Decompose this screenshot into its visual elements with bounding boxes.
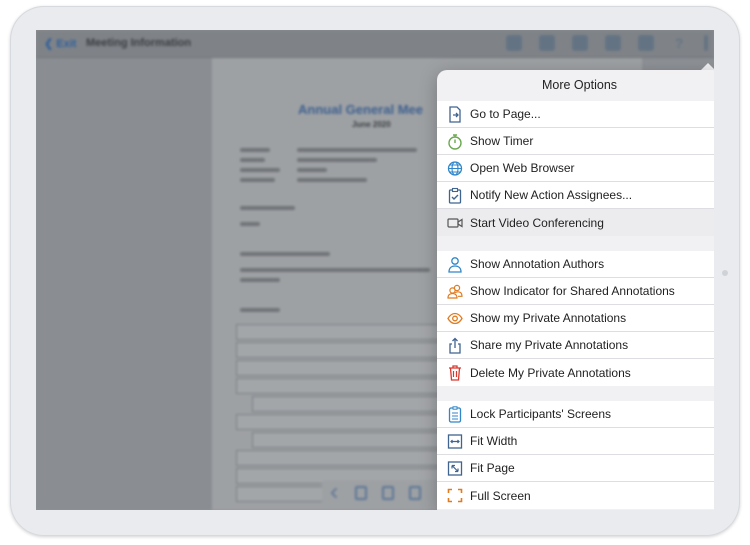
agenda-row bbox=[236, 324, 446, 340]
home-button bbox=[722, 270, 728, 276]
options-group: Go to Page... Show Timer Open Web Browse… bbox=[437, 101, 714, 236]
doc-heading-line bbox=[240, 308, 280, 312]
fit-width-icon bbox=[447, 433, 463, 450]
toolbar-icons: ? bbox=[506, 35, 708, 51]
popover-title: More Options bbox=[541, 78, 618, 92]
tablet-frame: ❮ Exit Meeting Information ? Annual Gene… bbox=[10, 6, 740, 536]
show-timer-option[interactable]: Show Timer bbox=[437, 128, 714, 155]
page-icon[interactable] bbox=[409, 486, 421, 500]
full-screen-icon bbox=[447, 487, 463, 504]
show-shared-annotations-indicator-option[interactable]: Show Indicator for Shared Annotations bbox=[437, 278, 714, 305]
option-label: Share my Private Annotations bbox=[470, 338, 629, 352]
document-subtitle: June 2020 bbox=[352, 120, 391, 129]
stopwatch-icon bbox=[447, 133, 463, 150]
option-label: Go to Page... bbox=[470, 107, 541, 121]
page-arrow-icon bbox=[447, 106, 463, 123]
agenda-row bbox=[252, 396, 446, 412]
agenda-row bbox=[236, 378, 446, 394]
option-label: Delete My Private Annotations bbox=[470, 365, 631, 380]
help-icon[interactable]: ? bbox=[671, 35, 687, 51]
doc-heading-line bbox=[240, 252, 330, 256]
fit-width-option[interactable]: Fit Width bbox=[437, 428, 714, 455]
document-title: Annual General Mee bbox=[298, 102, 423, 117]
exit-button[interactable]: ❮ Exit bbox=[44, 37, 76, 50]
grid-icon[interactable] bbox=[506, 35, 522, 51]
option-label: Lock Participants' Screens bbox=[470, 407, 612, 421]
search-icon[interactable] bbox=[638, 35, 654, 51]
more-options-popover: More Options Go to Page... Show Timer Op… bbox=[437, 70, 714, 510]
screen: ❮ Exit Meeting Information ? Annual Gene… bbox=[36, 30, 714, 510]
doc-text-line bbox=[240, 148, 270, 152]
start-video-conferencing-option[interactable]: Start Video Conferencing bbox=[437, 209, 714, 236]
share-private-annotations-option[interactable]: Share my Private Annotations bbox=[437, 332, 714, 359]
doc-text-line bbox=[240, 168, 280, 172]
previous-page-icon[interactable] bbox=[330, 487, 342, 499]
doc-text-line bbox=[297, 158, 377, 162]
lock-participants-screens-option[interactable]: Lock Participants' Screens bbox=[437, 401, 714, 428]
fit-page-option[interactable]: Fit Page bbox=[437, 455, 714, 482]
doc-text-line bbox=[297, 178, 367, 182]
video-camera-icon bbox=[447, 214, 463, 231]
doc-heading-line bbox=[240, 206, 295, 210]
page-icon[interactable] bbox=[355, 486, 367, 500]
option-label: Start Video Conferencing bbox=[470, 215, 604, 230]
open-web-browser-option[interactable]: Open Web Browser bbox=[437, 155, 714, 182]
eye-icon bbox=[447, 310, 463, 327]
navigation-bar: ❮ Exit Meeting Information ? bbox=[36, 30, 714, 58]
doc-text-line bbox=[240, 278, 280, 282]
show-annotation-authors-option[interactable]: Show Annotation Authors bbox=[437, 251, 714, 278]
option-label: Open Web Browser bbox=[470, 161, 575, 175]
option-label: Fit Width bbox=[470, 434, 518, 448]
agenda-row bbox=[236, 342, 446, 358]
notify-action-assignees-option[interactable]: Notify New Action Assignees... bbox=[437, 182, 714, 209]
agenda-row bbox=[252, 432, 446, 448]
doc-text-line bbox=[240, 222, 260, 226]
agenda-row bbox=[236, 450, 446, 466]
clipboard-check-icon bbox=[447, 187, 463, 204]
option-label: Full Screen bbox=[470, 488, 531, 503]
go-to-page-option[interactable]: Go to Page... bbox=[437, 101, 714, 128]
people-icon[interactable] bbox=[605, 35, 621, 51]
fit-page-icon bbox=[447, 460, 463, 477]
globe-icon bbox=[447, 160, 463, 177]
view-group: Lock Participants' Screens Fit Width Fit… bbox=[437, 401, 714, 509]
option-label: Notify New Action Assignees... bbox=[470, 188, 633, 202]
full-screen-option[interactable]: Full Screen bbox=[437, 482, 714, 509]
agenda-row bbox=[236, 360, 446, 376]
pages-icon[interactable] bbox=[382, 486, 394, 500]
annotations-group: Show Annotation Authors Show Indicator f… bbox=[437, 251, 714, 386]
option-label: Show Annotation Authors bbox=[470, 257, 605, 271]
delete-private-annotations-option[interactable]: Delete My Private Annotations bbox=[437, 359, 714, 386]
option-label: Show my Private Annotations bbox=[470, 311, 627, 325]
doc-text-line bbox=[297, 168, 327, 172]
doc-text-line bbox=[240, 268, 430, 272]
trash-icon bbox=[447, 364, 463, 381]
share-icon bbox=[447, 337, 463, 354]
lock-screen-icon bbox=[447, 406, 463, 423]
more-options-icon[interactable] bbox=[704, 35, 708, 51]
left-pane bbox=[36, 58, 212, 510]
pen-icon[interactable] bbox=[572, 35, 588, 51]
people-icon bbox=[447, 283, 463, 300]
agenda-row bbox=[236, 414, 446, 430]
person-icon bbox=[447, 256, 463, 273]
document-icon[interactable] bbox=[539, 35, 555, 51]
option-label: Fit Page bbox=[470, 461, 515, 475]
option-label: Show Indicator for Shared Annotations bbox=[470, 284, 675, 298]
group-separator bbox=[437, 386, 714, 401]
doc-text-line bbox=[240, 178, 275, 182]
doc-text-line bbox=[297, 148, 417, 152]
option-label: Show Timer bbox=[470, 134, 534, 148]
show-private-annotations-option[interactable]: Show my Private Annotations bbox=[437, 305, 714, 332]
group-separator bbox=[437, 236, 714, 251]
doc-text-line bbox=[240, 158, 265, 162]
page-title: Meeting Information bbox=[86, 37, 192, 49]
